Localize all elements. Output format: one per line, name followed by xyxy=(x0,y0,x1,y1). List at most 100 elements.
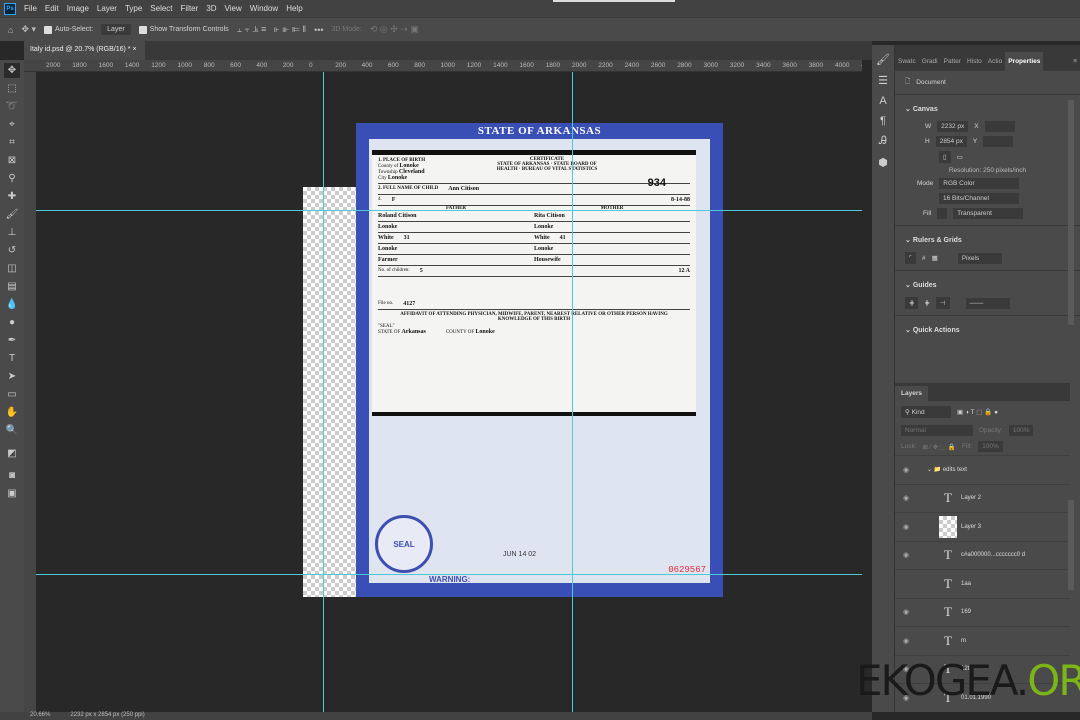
rectangle-tool-icon[interactable]: ▭ xyxy=(4,387,20,402)
guides-section-header[interactable]: ⌄ Guides xyxy=(895,275,1080,295)
vertical-ruler[interactable] xyxy=(24,72,36,712)
panel-menu-icon[interactable]: ≡ xyxy=(1070,52,1080,71)
glyphs-icon[interactable]: Ꭿ xyxy=(879,135,887,148)
menu-filter[interactable]: Filter xyxy=(181,4,199,13)
menu-window[interactable]: Window xyxy=(250,4,278,13)
mode-dropdown[interactable]: RGB Color xyxy=(939,178,1020,189)
move-tool-icon[interactable]: ✥ xyxy=(4,63,20,78)
more-options-button[interactable]: ••• xyxy=(314,25,323,35)
visibility-eye-icon[interactable]: ◉ xyxy=(895,523,917,531)
blur-tool-icon[interactable]: 💧 xyxy=(4,297,20,312)
visibility-eye-icon[interactable]: ◉ xyxy=(895,494,917,502)
blend-mode-dropdown[interactable]: Normal xyxy=(901,425,973,436)
3d-icon[interactable]: ⬢ xyxy=(878,156,888,169)
bit-depth-dropdown[interactable]: 16 Bits/Channel xyxy=(939,193,1019,204)
layer-group-row[interactable]: ◉ ⌄ 📁 edits text xyxy=(895,455,1070,484)
eyedropper-tool-icon[interactable]: ⚲ xyxy=(4,171,20,186)
tab-properties[interactable]: Properties xyxy=(1005,52,1044,71)
layer-row[interactable]: T 1aa xyxy=(895,569,1070,598)
rulers-icon[interactable]: ⌜ xyxy=(905,252,917,264)
screen-mode-icon[interactable]: ▣ xyxy=(4,486,20,501)
paragraph-icon[interactable]: ¶ xyxy=(880,115,886,127)
guide-style-dropdown[interactable]: ─── xyxy=(965,297,1010,309)
portrait-icon[interactable]: ▯ xyxy=(939,151,951,163)
brush-settings-icon[interactable]: 🖌 xyxy=(876,53,890,66)
canvas-area[interactable]: STATE OF ARKANSAS CERTIFICATE STATE OF AR… xyxy=(36,72,862,712)
auto-select-target-dropdown[interactable]: Layer xyxy=(101,24,131,35)
pen-tool-icon[interactable]: ✒ xyxy=(4,333,20,348)
layer-row[interactable]: ◉ Tm xyxy=(895,626,1070,655)
stamp-tool-icon[interactable]: ⊥ xyxy=(4,225,20,240)
dodge-tool-icon[interactable]: ● xyxy=(4,315,20,330)
layer-row[interactable]: ◉ T 169 xyxy=(895,597,1070,627)
search-field[interactable] xyxy=(553,0,675,2)
layers-tab[interactable]: Layers xyxy=(895,386,928,401)
visibility-eye-icon[interactable]: ◉ xyxy=(895,637,917,645)
opacity-input[interactable]: 100% xyxy=(1008,425,1034,436)
tab-swatches[interactable]: Swatc xyxy=(895,52,919,71)
move-tool-icon[interactable]: ✥ ▾ xyxy=(21,24,36,35)
menu-3d[interactable]: 3D xyxy=(206,4,216,13)
menu-type[interactable]: Type xyxy=(125,4,142,13)
x-input[interactable] xyxy=(984,121,1015,132)
home-icon[interactable]: ⌂ xyxy=(8,25,13,35)
rulers-grids-section-header[interactable]: ⌄ Rulers & Grids xyxy=(895,230,1080,250)
fill-dropdown[interactable]: Transparent xyxy=(953,208,1024,219)
type-tool-icon[interactable]: T xyxy=(4,351,20,366)
guide-horizontal[interactable] xyxy=(36,574,862,575)
align-icons[interactable]: ⫠ ⫟ ⫡ ≡ ⊩ ⊪ ⊫ ‖ xyxy=(237,24,306,35)
layer-kind-filter[interactable]: ⚲ Kind xyxy=(901,406,951,418)
menu-image[interactable]: Image xyxy=(67,4,89,13)
guide-from-shape-icon[interactable]: ⊣ xyxy=(935,297,950,309)
guide-vertical[interactable] xyxy=(572,72,573,712)
guide-horizontal[interactable] xyxy=(36,210,862,211)
menu-view[interactable]: View xyxy=(225,4,242,13)
history-brush-tool-icon[interactable]: ↺ xyxy=(4,243,20,258)
tab-history[interactable]: Histo xyxy=(964,52,985,71)
eraser-tool-icon[interactable]: ◫ xyxy=(4,261,20,276)
landscape-icon[interactable]: ▭ xyxy=(957,153,963,161)
fill-input[interactable]: 100% xyxy=(978,441,1003,452)
width-input[interactable]: 2232 px xyxy=(937,121,969,132)
canvas-section-header[interactable]: ⌄ Canvas xyxy=(895,99,1080,119)
fill-swatch[interactable] xyxy=(937,208,948,219)
menu-help[interactable]: Help xyxy=(286,4,302,13)
pixel-grid-icon[interactable]: ▦ xyxy=(932,254,938,262)
new-guide-icon[interactable]: ⋕ xyxy=(924,299,929,307)
lock-icons[interactable]: ⊠ ⁄ ✥ ⬚ 🔒 xyxy=(923,443,956,451)
layers-scrollbar[interactable] xyxy=(1068,500,1074,590)
zoom-level[interactable]: 20.66% xyxy=(30,712,50,720)
document-tab[interactable]: Italy id.psd @ 20.7% (RGB/16) * × xyxy=(24,41,145,60)
y-input[interactable] xyxy=(983,136,1014,147)
crop-tool-icon[interactable]: ⌗ xyxy=(4,135,20,150)
frame-tool-icon[interactable]: ⊠ xyxy=(4,153,20,168)
character-icon[interactable]: A xyxy=(879,95,886,107)
grid-icon[interactable]: # xyxy=(922,255,926,262)
layer-row[interactable]: ◉ T Layer 2 xyxy=(895,483,1070,513)
guide-vertical[interactable] xyxy=(323,72,324,712)
gradient-tool-icon[interactable]: ▤ xyxy=(4,279,20,294)
show-transform-checkbox[interactable]: Show Transform Controls xyxy=(138,25,229,34)
visibility-eye-icon[interactable]: ◉ xyxy=(895,466,917,474)
layer-row[interactable]: ◉ Tc#a000000...ccccccc0 d xyxy=(895,540,1070,570)
lasso-tool-icon[interactable]: ➰ xyxy=(4,99,20,114)
menu-edit[interactable]: Edit xyxy=(45,4,59,13)
quick-select-tool-icon[interactable]: ⌖ xyxy=(4,117,20,132)
menu-file[interactable]: File xyxy=(24,4,37,13)
visibility-eye-icon[interactable]: ◉ xyxy=(895,608,917,616)
photoshop-logo-icon[interactable]: Ps xyxy=(4,2,16,15)
color-swatches-icon[interactable]: ◩ xyxy=(4,441,20,465)
close-tab-icon[interactable]: × xyxy=(132,46,136,53)
tab-patterns[interactable]: Patter xyxy=(941,52,964,71)
adjustments-icon[interactable]: ☰ xyxy=(878,74,888,87)
layer-row[interactable]: ◉ Layer 3 xyxy=(895,512,1070,541)
units-dropdown[interactable]: Pixels xyxy=(957,252,1002,264)
visibility-eye-icon[interactable]: ◉ xyxy=(895,551,917,559)
auto-select-checkbox[interactable]: Auto-Select: xyxy=(44,25,93,34)
hand-tool-icon[interactable]: ✋ xyxy=(4,405,20,420)
filter-icons[interactable]: ▣ ◑ T ⬚ 🔒 ● xyxy=(957,408,998,416)
properties-scrollbar[interactable] xyxy=(1068,100,1074,325)
tab-actions[interactable]: Actio xyxy=(985,52,1005,71)
path-select-tool-icon[interactable]: ➤ xyxy=(4,369,20,384)
quick-actions-section-header[interactable]: ⌄ Quick Actions xyxy=(895,320,1080,340)
